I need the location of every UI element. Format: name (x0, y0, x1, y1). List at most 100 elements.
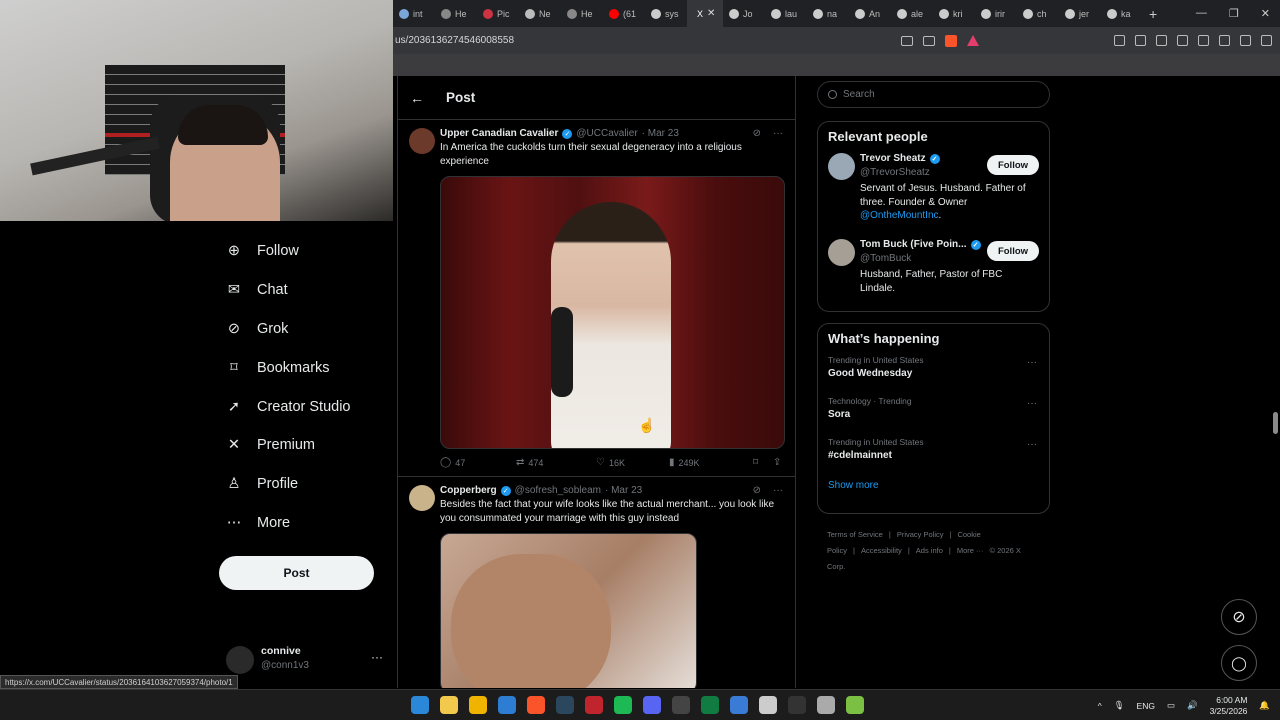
tweet-author-handle[interactable]: @UCCavalier (576, 128, 637, 139)
relevant-person[interactable]: Trevor Sheatz ✓ @TrevorSheatz Servant of Je… (818, 151, 1049, 237)
trend-item[interactable]: Trending in United States Good Wednesday ·… (818, 353, 1049, 394)
taskbar-app-icon[interactable] (846, 696, 864, 714)
show-more-link[interactable]: Show more (818, 476, 1049, 501)
follow-button[interactable]: Follow (987, 155, 1039, 175)
new-tab-button[interactable]: + (1149, 6, 1169, 22)
tweet-author-name[interactable]: Upper Canadian Cavalier (440, 128, 558, 139)
browser-tab[interactable]: sys (645, 0, 687, 27)
taskbar-app-icon[interactable] (672, 696, 690, 714)
tweet-avatar[interactable] (409, 128, 435, 154)
vpn-icon[interactable] (1240, 35, 1251, 46)
tweet-image[interactable] (440, 533, 697, 688)
taskbar-app-icon[interactable] (585, 696, 603, 714)
trend-item[interactable]: Trending in United States #cdelmainnet ··· (818, 435, 1049, 476)
brave-shields-icon[interactable] (945, 34, 957, 47)
network-icon[interactable]: ▭ (1167, 700, 1175, 711)
footer-link[interactable]: Terms of Service (827, 530, 883, 539)
brave-rewards-icon[interactable] (967, 35, 979, 46)
browser-tab[interactable]: An (849, 0, 891, 27)
grok-explain-icon[interactable]: ⊘ (753, 485, 761, 496)
notification-bell-icon[interactable]: 🔔 (1259, 700, 1270, 711)
sidebar-item-bookmarks[interactable]: ⌑ Bookmarks (226, 348, 351, 387)
sidebar-item-follow[interactable]: ⊕ Follow (226, 232, 351, 271)
browser-tab[interactable]: lau (765, 0, 807, 27)
bio-link[interactable]: @OntheMountInc (860, 210, 939, 221)
taskbar-app-icon[interactable] (527, 696, 545, 714)
language-indicator[interactable]: ENG (1137, 701, 1155, 711)
sidebar-item-creator-studio[interactable]: ➚ Creator Studio (226, 387, 351, 426)
url-text[interactable]: us/2036136274546008558 (395, 35, 514, 46)
more-options-icon[interactable]: ··· (773, 128, 783, 139)
browser-tab[interactable]: int (393, 0, 435, 27)
person-handle[interactable]: @TomBuck (860, 253, 911, 264)
browser-tab[interactable]: ale (891, 0, 933, 27)
account-more-icon[interactable]: ··· (371, 650, 383, 664)
messages-fab-button[interactable]: ◯ (1221, 645, 1257, 681)
browser-tab[interactable]: kri (933, 0, 975, 27)
search-box[interactable] (817, 81, 1050, 108)
wallet2-icon[interactable] (1198, 35, 1209, 46)
taskbar-app-icon[interactable] (730, 696, 748, 714)
taskbar-app-icon[interactable] (556, 696, 574, 714)
tweet-date[interactable]: · Mar 23 (642, 128, 679, 139)
back-arrow-icon[interactable]: ← (410, 90, 446, 106)
follow-button[interactable]: Follow (987, 241, 1039, 261)
taskbar-app-icon[interactable] (759, 696, 777, 714)
address-bar[interactable]: us/2036136274546008558 (393, 27, 1280, 54)
extensions-icon[interactable] (1114, 35, 1125, 46)
sidebar-item-grok[interactable]: ⊘ Grok (226, 310, 351, 349)
tweet-video[interactable]: ☝ (440, 176, 785, 449)
avatar[interactable] (828, 153, 855, 180)
share-icon[interactable] (923, 35, 935, 46)
minimize-button[interactable]: — (1196, 7, 1207, 20)
mic-icon[interactable]: 🎙 (1114, 700, 1125, 711)
like-button[interactable]: ♡ 16K (596, 457, 669, 468)
post-button[interactable]: Post (219, 556, 374, 590)
wallet-icon[interactable] (1135, 35, 1146, 46)
tweet-author-name[interactable]: Copperberg (440, 485, 497, 496)
taskbar-app-icon[interactable] (469, 696, 487, 714)
browser-tab[interactable]: (61 (603, 0, 645, 27)
person-name[interactable]: Tom Buck (Five Poin... (860, 239, 967, 250)
trend-item[interactable]: Technology · Trending Sora ··· (818, 394, 1049, 435)
sidebar-item-premium[interactable]: ✕ Premium (226, 426, 351, 465)
relevant-person[interactable]: Tom Buck (Five Poin... ✓ @TomBuck Husband, … (818, 237, 1049, 323)
avatar[interactable] (828, 239, 855, 266)
trend-more-icon[interactable]: ··· (1027, 357, 1037, 368)
taskbar-app-icon[interactable] (440, 696, 458, 714)
repost-button[interactable]: ⇄ 474 (516, 457, 596, 468)
footer-link[interactable]: Accessibility (861, 546, 902, 555)
browser-tab[interactable]: jer (1059, 0, 1101, 27)
cast-icon[interactable] (901, 35, 913, 46)
browser-tab[interactable]: He (435, 0, 477, 27)
browser-tab[interactable]: Pic (477, 0, 519, 27)
leo-icon[interactable] (1219, 35, 1230, 46)
sidebar-item-more[interactable]: ⋯ More (226, 504, 351, 543)
maximize-button[interactable]: ❐ (1229, 7, 1239, 20)
scrollbar[interactable] (1273, 412, 1278, 434)
browser-tab[interactable]: ka (1101, 0, 1143, 27)
person-name[interactable]: Trevor Sheatz (860, 153, 926, 164)
grok-fab-button[interactable]: ⊘ (1221, 599, 1257, 635)
browser-tab[interactable]: Ne (519, 0, 561, 27)
browser-tab[interactable]: ch (1017, 0, 1059, 27)
browser-tab[interactable]: X ✕ (687, 0, 723, 27)
share-button[interactable]: ⇪ (773, 457, 781, 468)
tweet[interactable]: Upper Canadian Cavalier ✓ @UCCavalier · … (398, 120, 795, 477)
tweet-author-handle[interactable]: @sofresh_sobleam (515, 485, 601, 496)
person-handle[interactable]: @TrevorSheatz (860, 167, 930, 178)
footer-link[interactable]: Privacy Policy (897, 530, 944, 539)
close-window-button[interactable]: ✕ (1261, 7, 1270, 20)
trend-more-icon[interactable]: ··· (1027, 439, 1037, 450)
tweet[interactable]: Copperberg ✓ @sofresh_sobleam · Mar 23 ⊘… (398, 477, 795, 688)
trend-more-icon[interactable]: ··· (1027, 398, 1037, 409)
tweet-date[interactable]: · Mar 23 (605, 485, 642, 496)
sidebar-item-profile[interactable]: ♙ Profile (226, 465, 351, 504)
tab-close-icon[interactable]: ✕ (707, 8, 715, 19)
clock[interactable]: 6:00 AM 3/25/2026 (1210, 695, 1248, 717)
views-button[interactable]: ▮ 249K (669, 457, 753, 468)
bookmark-button[interactable]: ⌑ (753, 457, 773, 468)
sidebar-item-chat[interactable]: ✉ Chat (226, 271, 351, 310)
browser-tab[interactable]: na (807, 0, 849, 27)
media-icon[interactable] (1156, 35, 1167, 46)
